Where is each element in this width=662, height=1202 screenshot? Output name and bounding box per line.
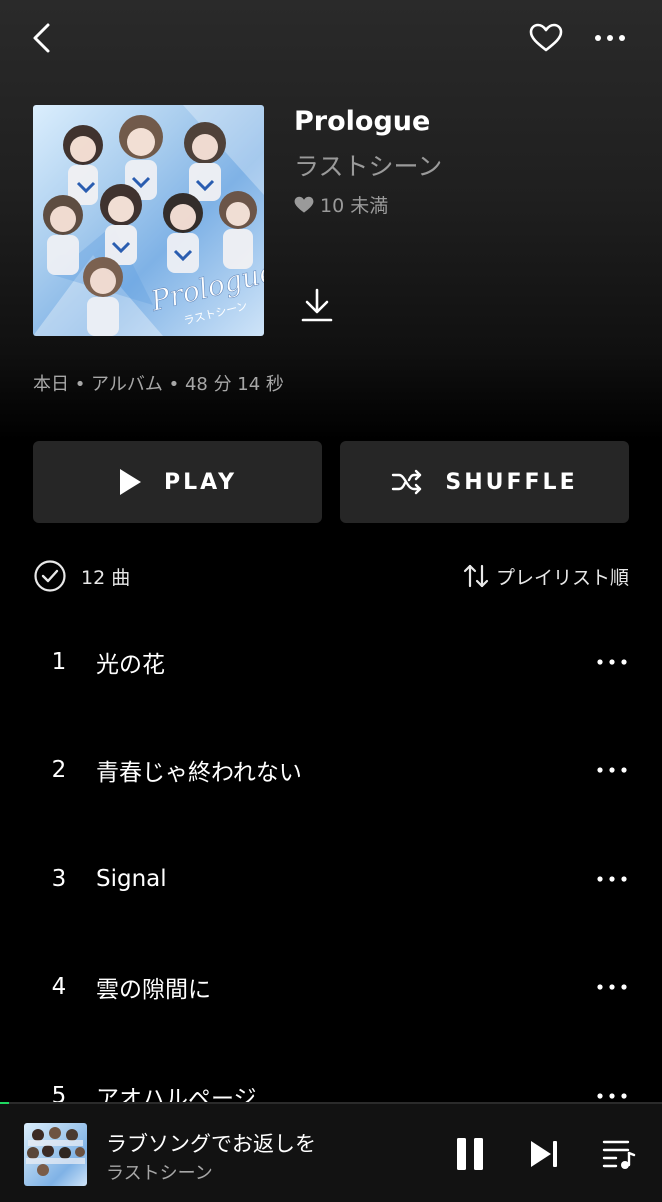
pause-icon bbox=[457, 1138, 483, 1170]
select-tracks[interactable]: 12 曲 bbox=[33, 559, 130, 593]
shuffle-label: SHUFFLE bbox=[445, 469, 578, 495]
skip-next-icon bbox=[531, 1141, 557, 1167]
download-button[interactable] bbox=[298, 285, 336, 325]
more-horizontal-icon bbox=[597, 1093, 627, 1099]
download-icon bbox=[301, 288, 333, 322]
track-number: 1 bbox=[51, 649, 67, 675]
track-more-button[interactable] bbox=[592, 972, 632, 1002]
likes-count: 10 未満 bbox=[294, 191, 388, 218]
like-button[interactable] bbox=[526, 18, 566, 58]
mini-player-cover bbox=[24, 1123, 87, 1186]
track-number: 3 bbox=[51, 866, 67, 892]
heart-outline-icon bbox=[529, 23, 563, 52]
track-row[interactable]: 4 雲の隙間に bbox=[0, 933, 662, 1041]
pause-button[interactable] bbox=[450, 1134, 490, 1174]
more-horizontal-icon bbox=[597, 876, 627, 882]
heart-filled-icon bbox=[294, 196, 314, 213]
now-playing-title: ラブソングでお返しを bbox=[106, 1132, 316, 1156]
track-row[interactable]: 2 青春じゃ終われない bbox=[0, 716, 662, 824]
top-bar bbox=[0, 0, 662, 80]
album-title: Prologue bbox=[294, 106, 431, 137]
more-horizontal-icon bbox=[597, 767, 627, 773]
tracklist-header: 12 曲 プレイリスト順 bbox=[33, 556, 629, 596]
shuffle-button[interactable]: SHUFFLE bbox=[340, 441, 629, 523]
queue-button[interactable] bbox=[598, 1134, 640, 1174]
mini-player[interactable]: ラブソングでお返しを ラストシーン bbox=[0, 1102, 662, 1202]
playback-progress-bar[interactable] bbox=[0, 1102, 10, 1104]
shuffle-icon bbox=[392, 469, 422, 495]
album-cover: Prologue ラストシーン bbox=[33, 105, 264, 336]
track-more-button[interactable] bbox=[592, 755, 632, 785]
track-row[interactable]: 3 Signal bbox=[0, 825, 662, 933]
track-more-button[interactable] bbox=[592, 647, 632, 677]
track-title: 光の花 bbox=[96, 652, 165, 678]
more-horizontal-icon bbox=[597, 659, 627, 665]
sort-arrows-icon bbox=[463, 564, 489, 588]
album-cover-artwork: Prologue ラストシーン bbox=[33, 105, 264, 336]
track-title: Signal bbox=[96, 866, 167, 892]
check-circle-icon bbox=[34, 560, 66, 592]
track-title: 雲の隙間に bbox=[96, 977, 211, 1003]
album-info: 本日 • アルバム • 48 分 14 秒 bbox=[33, 374, 284, 395]
more-horizontal-icon bbox=[595, 35, 625, 41]
track-count: 12 曲 bbox=[81, 566, 131, 589]
mini-cover-artwork bbox=[26, 1127, 85, 1176]
track-number: 4 bbox=[51, 974, 67, 1000]
play-label: PLAY bbox=[164, 469, 237, 495]
play-button[interactable]: PLAY bbox=[33, 441, 322, 523]
play-icon bbox=[120, 469, 141, 495]
track-row[interactable]: 1 光の花 bbox=[0, 608, 662, 716]
chevron-left-icon bbox=[33, 23, 50, 53]
queue-icon bbox=[602, 1140, 636, 1169]
back-button[interactable] bbox=[22, 18, 62, 58]
track-title: 青春じゃ終われない bbox=[96, 760, 302, 786]
likes-label: 10 未満 bbox=[320, 195, 389, 217]
sort-button[interactable]: プレイリスト順 bbox=[462, 563, 629, 590]
album-artist[interactable]: ラストシーン bbox=[294, 147, 442, 183]
more-horizontal-icon bbox=[597, 984, 627, 990]
more-options-button[interactable] bbox=[588, 18, 632, 58]
sort-label: プレイリスト順 bbox=[495, 566, 629, 589]
track-number: 2 bbox=[51, 757, 67, 783]
next-track-button[interactable] bbox=[524, 1134, 564, 1174]
now-playing-artist: ラストシーン bbox=[106, 1163, 213, 1184]
track-more-button[interactable] bbox=[592, 864, 632, 894]
